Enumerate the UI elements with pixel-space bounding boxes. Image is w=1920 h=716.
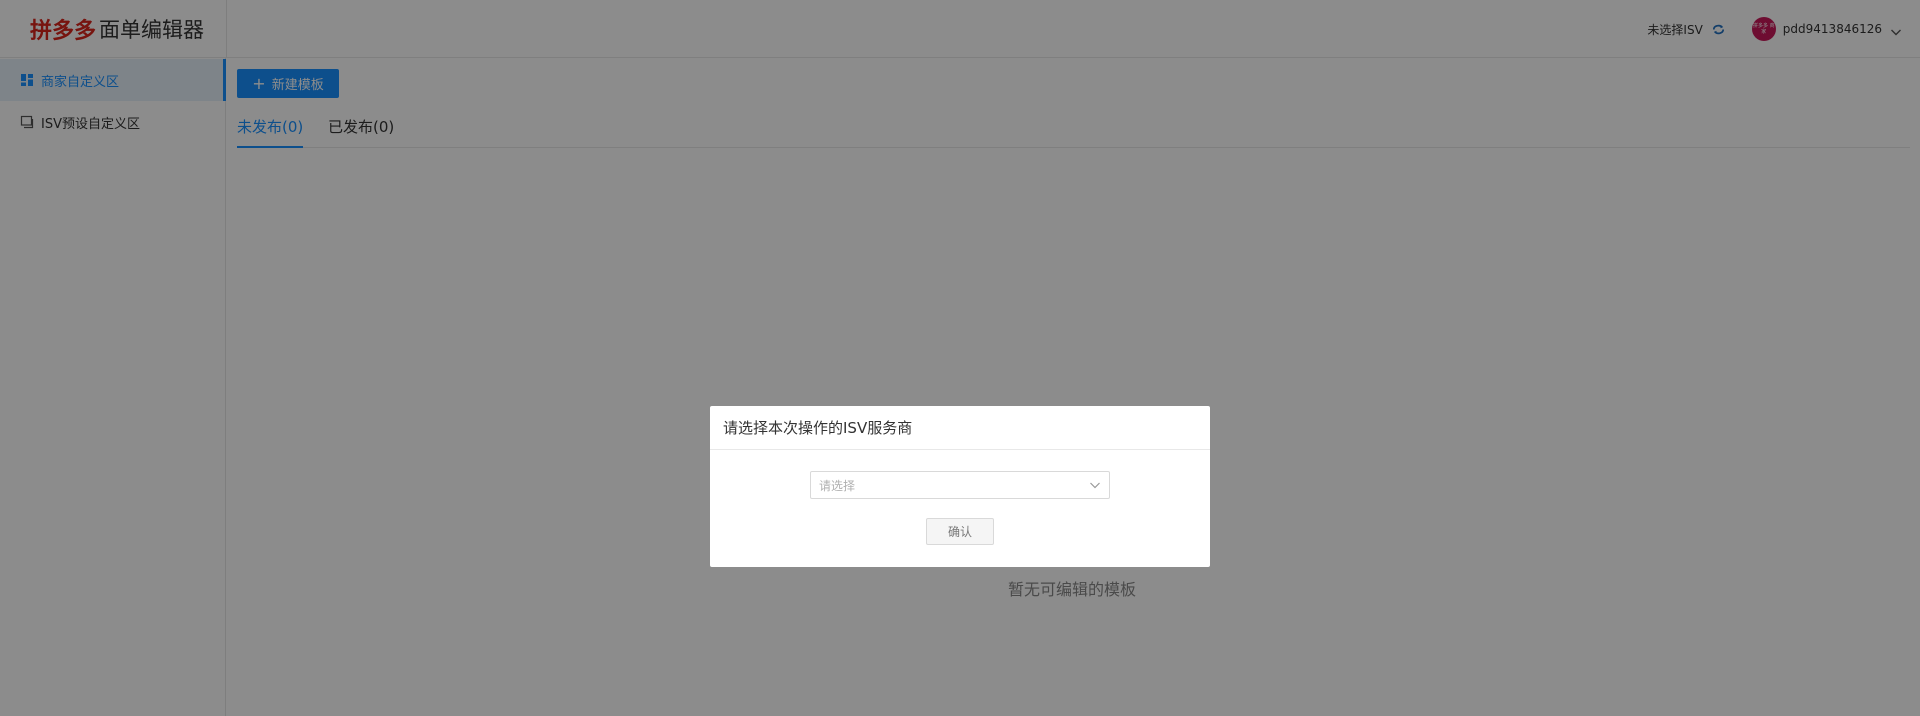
confirm-button[interactable]: 确认 <box>926 518 994 545</box>
modal-title: 请选择本次操作的ISV服务商 <box>710 406 1210 450</box>
isv-select-modal: 请选择本次操作的ISV服务商 请选择 确认 <box>710 406 1210 567</box>
chevron-down-icon <box>1089 479 1101 491</box>
select-placeholder: 请选择 <box>819 478 856 493</box>
modal-mask <box>0 0 1920 716</box>
isv-select[interactable]: 请选择 <box>810 471 1110 499</box>
